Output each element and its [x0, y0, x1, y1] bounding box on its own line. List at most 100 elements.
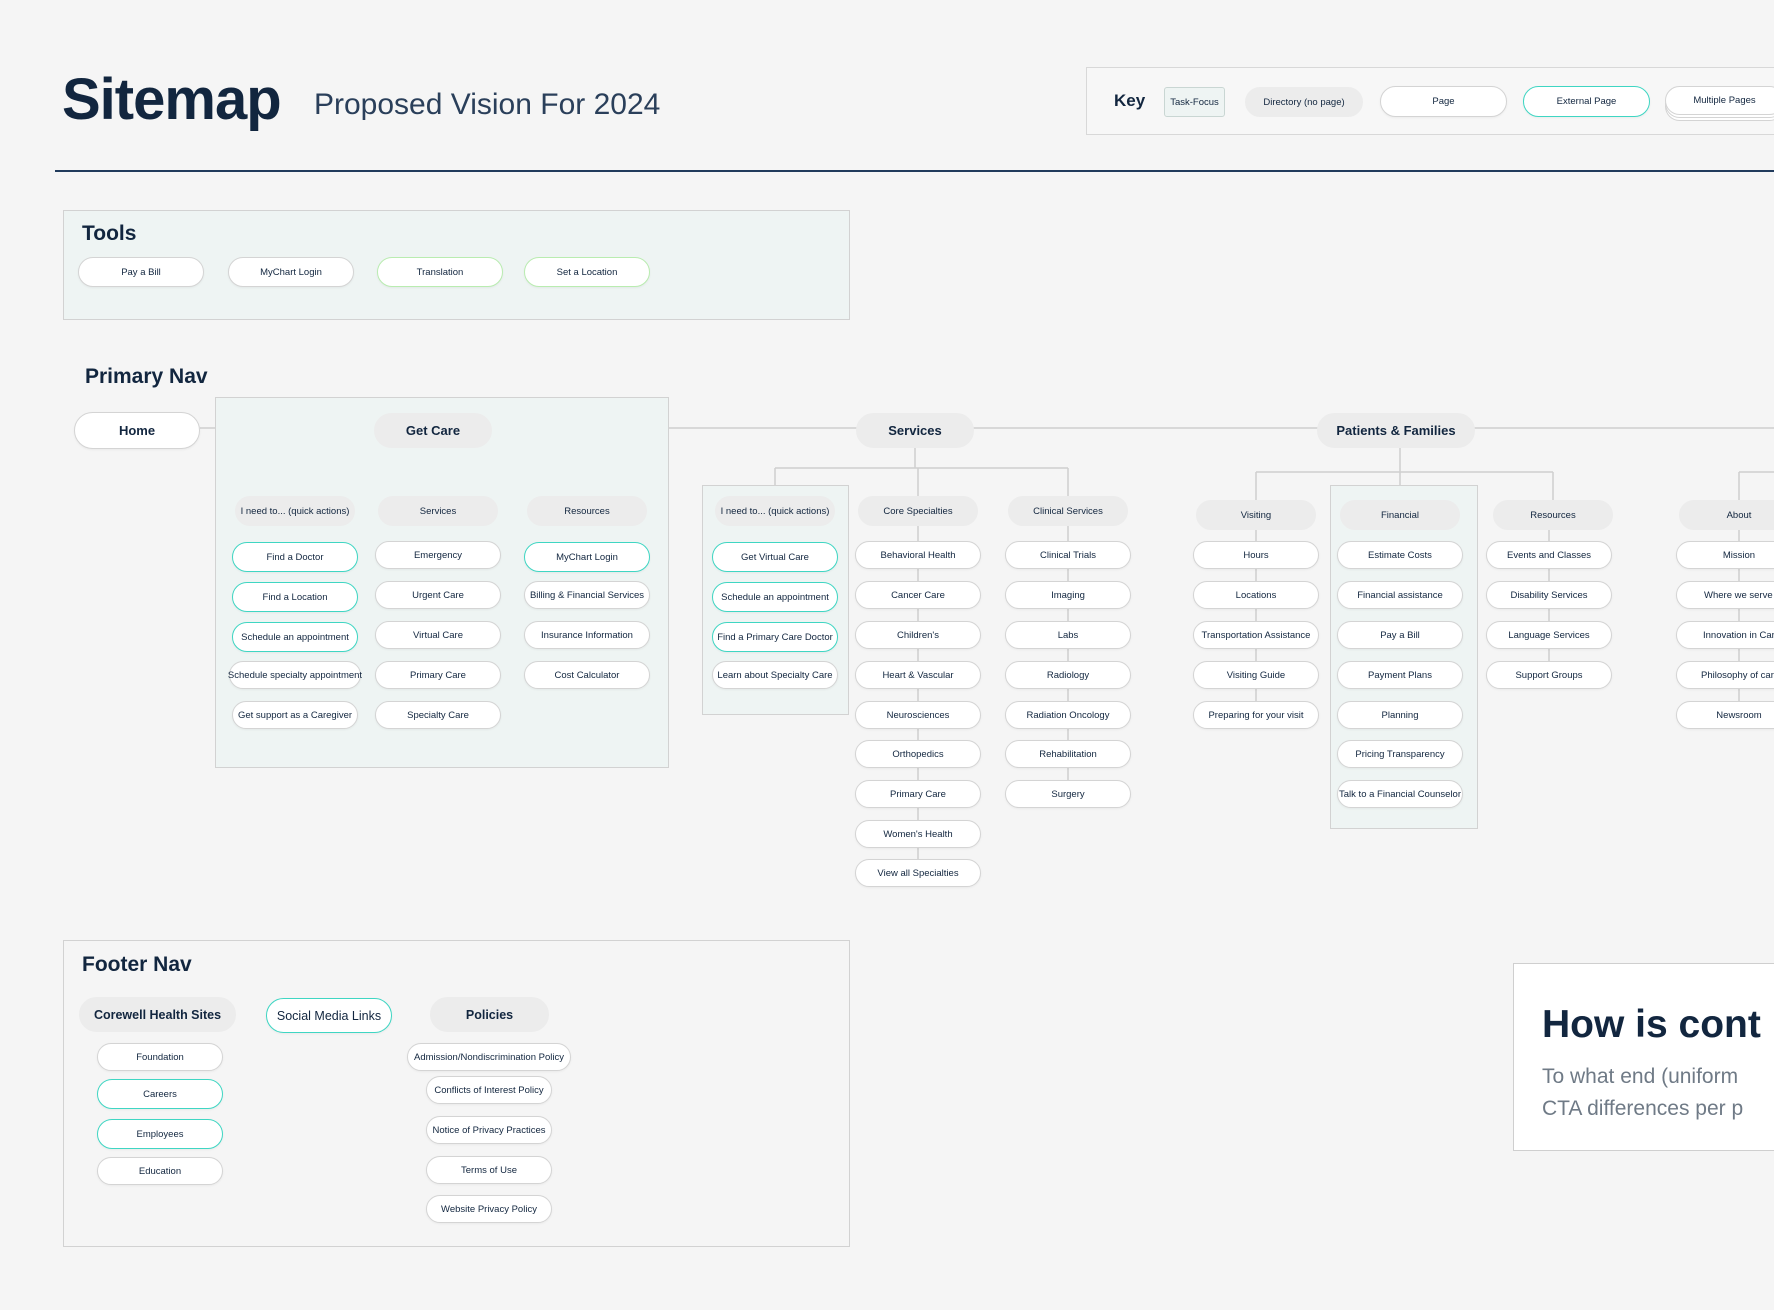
visiting-item[interactable]: Visiting Guide: [1193, 661, 1319, 689]
legend-page: Page: [1380, 86, 1507, 117]
about-item[interactable]: Philosophy of care: [1676, 661, 1774, 689]
core-specialty-item[interactable]: Behavioral Health: [855, 541, 981, 569]
tools-heading: Tools: [82, 222, 137, 245]
visiting-item[interactable]: Hours: [1193, 541, 1319, 569]
patients-resource-item[interactable]: Disability Services: [1486, 581, 1612, 609]
services-quick-item[interactable]: Learn about Specialty Care: [712, 661, 838, 689]
clinical-service-item[interactable]: Labs: [1005, 621, 1131, 649]
get-care-service-item[interactable]: Emergency: [375, 541, 501, 569]
clinical-service-item[interactable]: Radiology: [1005, 661, 1131, 689]
get-care-service-item[interactable]: Urgent Care: [375, 581, 501, 609]
get-care-resource-item[interactable]: MyChart Login: [524, 542, 650, 572]
core-specialty-item[interactable]: Orthopedics: [855, 740, 981, 768]
get-care-quick-heading: I need to... (quick actions): [235, 496, 355, 526]
content-question-heading: How is cont: [1542, 1003, 1761, 1046]
get-care-services-heading: Services: [378, 496, 498, 526]
legend-label: Key: [1114, 91, 1146, 110]
patients-resource-item[interactable]: Language Services: [1486, 621, 1612, 649]
header-divider: [55, 170, 1774, 172]
core-specialty-item[interactable]: Primary Care: [855, 780, 981, 808]
core-specialty-item[interactable]: Cancer Care: [855, 581, 981, 609]
tool-set-location[interactable]: Set a Location: [524, 257, 650, 287]
get-care-resource-item[interactable]: Billing & Financial Services: [524, 581, 650, 609]
visiting-item[interactable]: Preparing for your visit: [1193, 701, 1319, 729]
get-care-resources-heading: Resources: [527, 496, 647, 526]
get-care-service-item[interactable]: Virtual Care: [375, 621, 501, 649]
core-specialties-heading: Core Specialties: [858, 496, 978, 526]
nav-services[interactable]: Services: [856, 413, 974, 448]
financial-group: [1330, 485, 1478, 829]
clinical-service-item[interactable]: Rehabilitation: [1005, 740, 1131, 768]
get-care-service-item[interactable]: Specialty Care: [375, 701, 501, 729]
patients-resource-item[interactable]: Events and Classes: [1486, 541, 1612, 569]
get-care-resource-item[interactable]: Insurance Information: [524, 621, 650, 649]
visiting-item[interactable]: Transportation Assistance: [1193, 621, 1319, 649]
get-care-quick-item[interactable]: Find a Location: [232, 582, 358, 612]
financial-item[interactable]: Financial assistance: [1337, 581, 1463, 609]
footer-policy-item[interactable]: Notice of Privacy Practices: [426, 1116, 552, 1144]
about-item[interactable]: Innovation in Care: [1676, 621, 1774, 649]
financial-item[interactable]: Pricing Transparency: [1337, 740, 1463, 768]
about-item[interactable]: Mission: [1676, 541, 1774, 569]
footer-site-item[interactable]: Employees: [97, 1119, 223, 1149]
nav-get-care[interactable]: Get Care: [374, 413, 492, 448]
financial-item[interactable]: Payment Plans: [1337, 661, 1463, 689]
get-care-service-item[interactable]: Primary Care: [375, 661, 501, 689]
about-item[interactable]: Where we serve: [1676, 581, 1774, 609]
primary-nav-heading: Primary Nav: [85, 365, 208, 388]
content-question-line: CTA differences per p: [1542, 1097, 1744, 1120]
sitemap-canvas: Sitemap Proposed Vision For 2024 Key Tas…: [0, 0, 1774, 1310]
services-quick-heading: I need to... (quick actions): [715, 496, 835, 526]
footer-policy-item[interactable]: Admission/Nondiscrimination Policy: [407, 1043, 571, 1071]
clinical-services-heading: Clinical Services: [1008, 496, 1128, 526]
page-title: Sitemap: [62, 67, 282, 132]
footer-social-links[interactable]: Social Media Links: [266, 998, 392, 1033]
get-care-quick-item[interactable]: Find a Doctor: [232, 542, 358, 572]
about-item[interactable]: Newsroom: [1676, 701, 1774, 729]
legend-external-page: External Page: [1523, 86, 1650, 117]
financial-item[interactable]: Talk to a Financial Counselor: [1337, 780, 1463, 808]
legend-multiple-pages: Multiple Pages: [1665, 86, 1774, 115]
core-specialty-item[interactable]: View all Specialties: [855, 859, 981, 887]
get-care-quick-item[interactable]: Get support as a Caregiver: [232, 701, 358, 729]
tool-pay-bill[interactable]: Pay a Bill: [78, 257, 204, 287]
get-care-resource-item[interactable]: Cost Calculator: [524, 661, 650, 689]
footer-policies[interactable]: Policies: [430, 997, 549, 1032]
financial-item[interactable]: Pay a Bill: [1337, 621, 1463, 649]
footer-site-item[interactable]: Careers: [97, 1079, 223, 1109]
services-quick-item[interactable]: Find a Primary Care Doctor: [712, 622, 838, 652]
clinical-service-item[interactable]: Clinical Trials: [1005, 541, 1131, 569]
footer-nav-heading: Footer Nav: [82, 953, 192, 976]
legend-task-focus: Task-Focus: [1164, 87, 1225, 117]
core-specialty-item[interactable]: Women's Health: [855, 820, 981, 848]
footer-site-item[interactable]: Education: [97, 1157, 223, 1185]
nav-patients-families[interactable]: Patients & Families: [1317, 413, 1475, 448]
visiting-item[interactable]: Locations: [1193, 581, 1319, 609]
get-care-quick-item[interactable]: Schedule an appointment: [232, 622, 358, 652]
services-quick-item[interactable]: Get Virtual Care: [712, 542, 838, 572]
core-specialty-item[interactable]: Children's: [855, 621, 981, 649]
about-heading: About: [1679, 500, 1774, 530]
tool-translation[interactable]: Translation: [377, 257, 503, 287]
patients-resources-heading: Resources: [1493, 500, 1613, 530]
nav-home[interactable]: Home: [74, 412, 200, 449]
footer-policy-item[interactable]: Terms of Use: [426, 1156, 552, 1184]
clinical-service-item[interactable]: Surgery: [1005, 780, 1131, 808]
services-quick-item[interactable]: Schedule an appointment: [712, 582, 838, 612]
get-care-quick-item[interactable]: Schedule specialty appointment: [228, 661, 362, 689]
footer-site-item[interactable]: Foundation: [97, 1043, 223, 1071]
financial-item[interactable]: Planning: [1337, 701, 1463, 729]
footer-policy-item[interactable]: Website Privacy Policy: [426, 1195, 552, 1223]
patients-resource-item[interactable]: Support Groups: [1486, 661, 1612, 689]
footer-corewell-sites[interactable]: Corewell Health Sites: [79, 997, 236, 1032]
visiting-heading: Visiting: [1196, 500, 1316, 530]
clinical-service-item[interactable]: Imaging: [1005, 581, 1131, 609]
clinical-service-item[interactable]: Radiation Oncology: [1005, 701, 1131, 729]
tool-mychart-login[interactable]: MyChart Login: [228, 257, 354, 287]
core-specialty-item[interactable]: Heart & Vascular: [855, 661, 981, 689]
footer-policy-item[interactable]: Conflicts of Interest Policy: [426, 1076, 552, 1104]
financial-item[interactable]: Estimate Costs: [1337, 541, 1463, 569]
content-question-text: To what end (uniform CTA differences per…: [1542, 1061, 1743, 1125]
core-specialty-item[interactable]: Neurosciences: [855, 701, 981, 729]
legend-directory: Directory (no page): [1245, 87, 1363, 117]
